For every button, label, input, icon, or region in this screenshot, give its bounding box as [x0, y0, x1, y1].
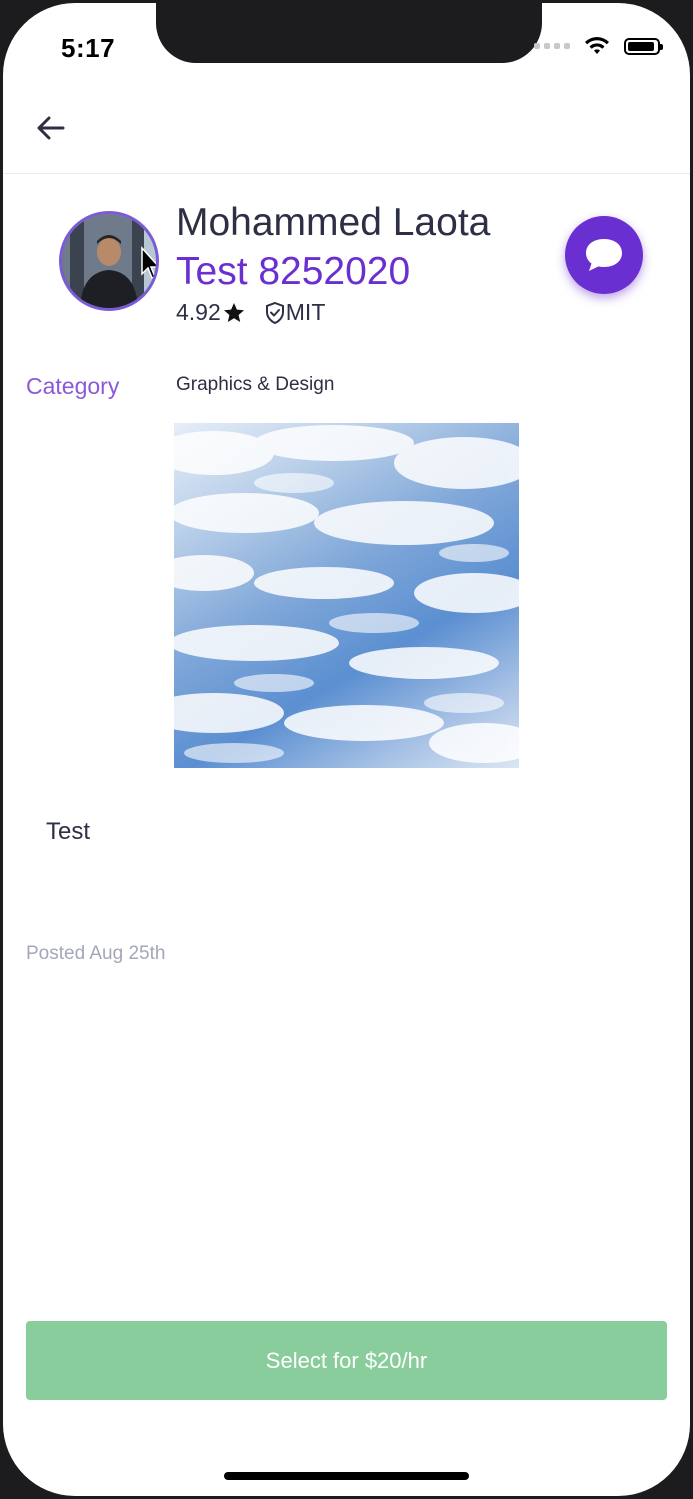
shield-check-icon — [265, 301, 284, 324]
rating-row: 4.92 MIT — [176, 299, 325, 326]
back-button[interactable] — [31, 108, 71, 148]
chat-bubble-icon — [586, 239, 622, 271]
home-indicator — [224, 1472, 469, 1480]
sky-clouds-image — [174, 425, 519, 763]
status-time: 5:17 — [61, 33, 116, 63]
user-name: Mohammed Laota — [176, 201, 491, 244]
device-notch — [156, 3, 542, 63]
select-button[interactable]: Select for $20/hr — [26, 1321, 667, 1400]
posted-date: Posted Aug 25th — [26, 943, 166, 964]
status-indicators — [534, 36, 663, 56]
category-value: Graphics & Design — [176, 374, 335, 395]
chat-button[interactable] — [565, 216, 643, 294]
wifi-icon — [585, 37, 609, 54]
star-icon — [223, 302, 244, 322]
arrow-left-icon — [37, 116, 65, 140]
job-image[interactable] — [174, 423, 519, 768]
avatar-photo — [62, 214, 156, 308]
avatar[interactable] — [59, 211, 159, 311]
phone-screen: 5:17 Mohammed Laota Test 8252020 4.92 MI… — [3, 3, 690, 1496]
rating-value: 4.92 — [176, 299, 221, 325]
signal-icon — [534, 43, 570, 49]
category-label: Category — [26, 373, 120, 399]
battery-icon — [624, 37, 663, 55]
header-divider — [3, 173, 690, 174]
school-name: MIT — [285, 299, 326, 325]
job-description: Test — [46, 818, 91, 845]
job-title: Test 8252020 — [176, 250, 411, 293]
